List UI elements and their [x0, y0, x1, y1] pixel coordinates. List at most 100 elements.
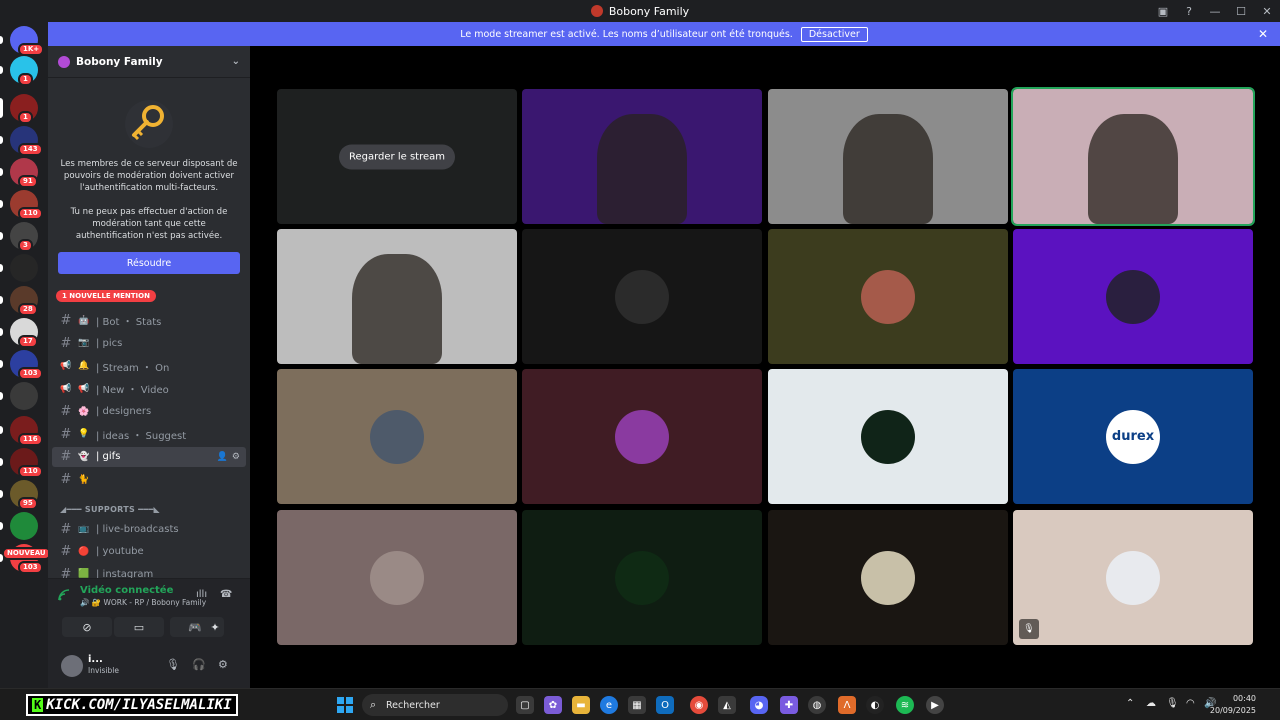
screen-share-button[interactable]: ▭ — [114, 617, 164, 637]
channel-4[interactable]: 📢 📢 | New ・ Video — [52, 379, 246, 399]
channel-emoji: 👻 — [78, 451, 90, 462]
disable-streamer-button[interactable]: Désactiver — [800, 26, 868, 42]
server-list: 1K+ 1 1 143 91 110 3 28 17 103 116 110 95 103 NOUVEAU — [0, 22, 51, 688]
voice-connection-panel: Vidéo connectée 🔊 🔐 WORK - RP / Bobony F… — [48, 578, 250, 648]
outlook-icon[interactable]: O — [656, 696, 674, 714]
new-mention-pill[interactable]: 1 NOUVELLE MENTION — [56, 290, 156, 302]
participant-tile[interactable] — [522, 369, 762, 504]
channel-2[interactable]: # 📷 | pics — [52, 333, 246, 353]
server-icon-8[interactable] — [10, 254, 38, 282]
soundboard-button[interactable]: ✦ — [206, 617, 224, 637]
unread-indicator — [0, 200, 3, 208]
participant-tile[interactable] — [768, 369, 1008, 504]
support-channel-1[interactable]: # 🔴 | youtube — [52, 542, 246, 562]
channel-settings-icon[interactable]: ⚙ — [232, 452, 240, 462]
media-player-icon[interactable]: ▶ — [926, 696, 944, 714]
channel-label: | live-broadcasts — [96, 523, 179, 535]
channel-3[interactable]: 📢 🔔 | Stream ・ On — [52, 356, 246, 376]
avatar — [370, 550, 424, 605]
clock[interactable]: 00:40 20/09/2025 — [1210, 693, 1256, 717]
mfa-text-1: Les membres de ce serveur disposant de p… — [60, 159, 238, 193]
participant-tile[interactable] — [522, 229, 762, 364]
disconnect-icon[interactable]: ☎ — [220, 589, 232, 600]
chevron-up-icon[interactable]: ⌃ — [1126, 698, 1134, 709]
hash-icon: # — [60, 335, 72, 351]
participant-tile[interactable] — [768, 89, 1008, 224]
mic-tray-icon[interactable]: 🎙 — [1166, 698, 1179, 709]
voice-status[interactable]: Vidéo connectée — [80, 585, 173, 596]
participant-tile[interactable]: 🎙 — [1013, 510, 1253, 645]
spotify-icon[interactable]: ≋ — [896, 696, 914, 714]
chrome-icon[interactable]: ◉ — [690, 696, 708, 714]
participant-tile[interactable] — [522, 89, 762, 224]
channel-8[interactable]: # 🐈 — [52, 470, 246, 490]
participant-tile[interactable] — [768, 510, 1008, 645]
resolve-button[interactable]: Résoudre — [58, 252, 240, 274]
wifi-icon[interactable]: ◠ — [1186, 698, 1195, 709]
time: 00:40 — [1232, 694, 1256, 703]
kick-logo-icon: K — [32, 698, 44, 712]
maximize-button[interactable]: ☐ — [1228, 0, 1254, 22]
unread-indicator — [0, 66, 3, 74]
user-name[interactable]: i... — [88, 654, 103, 665]
announcement-icon: 📢 — [60, 361, 72, 372]
microphone-icon[interactable]: 🎙 — [166, 658, 180, 671]
participant-tile[interactable] — [1013, 229, 1253, 364]
channel-7[interactable]: # 👻 | gifs 👤 ⚙ — [52, 446, 246, 467]
app-icon[interactable]: ◭ — [718, 696, 736, 714]
noise-suppression-icon[interactable]: ıllı — [196, 589, 207, 600]
edge-icon[interactable]: e — [600, 696, 618, 714]
signal-icon — [58, 589, 70, 604]
unread-indicator — [0, 360, 3, 368]
channel-5[interactable]: # 🌸 | designers — [52, 402, 246, 422]
support-channel-0[interactable]: # 📺 | live-broadcasts — [52, 519, 246, 539]
start-icon[interactable] — [336, 696, 354, 714]
settings-gear-icon[interactable]: ⚙ — [218, 658, 228, 671]
camera-off-button[interactable]: ⊘ — [62, 617, 112, 637]
watch-stream-button[interactable]: Regarder le stream — [338, 144, 456, 169]
voice-channel[interactable]: 🔊 🔐 WORK - RP / Bobony Family — [80, 598, 206, 607]
file-explorer-icon[interactable]: ▬ — [572, 696, 590, 714]
participant-tile[interactable] — [522, 510, 762, 645]
copilot-icon[interactable]: ✿ — [544, 696, 562, 714]
hash-icon: # — [60, 426, 72, 442]
channel-6[interactable]: # 💡 | ideas ・ Suggest — [52, 424, 246, 444]
obs-icon[interactable]: ◍ — [808, 696, 826, 714]
close-window-button[interactable]: ✕ — [1254, 0, 1280, 22]
server-icon-16[interactable] — [10, 512, 38, 540]
participant-tile[interactable] — [277, 229, 517, 364]
app3-icon[interactable]: ◐ — [866, 696, 884, 714]
game-icon[interactable]: ✚ — [780, 696, 798, 714]
taskbar-search[interactable]: ⌕ Rechercher — [362, 694, 508, 716]
app2-icon[interactable]: Λ — [838, 696, 856, 714]
channel-label: | gifs — [96, 451, 121, 463]
participant-tile[interactable] — [277, 369, 517, 504]
video-grid: Regarder le stream durex 🎙 — [250, 46, 1280, 688]
participant-tile[interactable] — [768, 229, 1008, 364]
store-icon[interactable]: ▦ — [628, 696, 646, 714]
category-supports[interactable]: ◢━━━ SUPPORTS ━━━◣ — [60, 505, 160, 514]
participant-tile[interactable]: durex — [1013, 369, 1253, 504]
participant-tile[interactable] — [1011, 87, 1255, 226]
channel-emoji: 📺 — [78, 524, 90, 534]
server-icon-12[interactable] — [10, 382, 38, 410]
unread-indicator — [0, 554, 3, 562]
cloud-icon[interactable]: ☁ — [1146, 698, 1156, 709]
help-icon[interactable]: ? — [1176, 0, 1202, 22]
server-header[interactable]: Bobony Family ⌄ — [48, 46, 250, 78]
task-view-icon[interactable]: ▢ — [516, 696, 534, 714]
avatar — [615, 409, 669, 464]
invite-icon[interactable]: 👤 — [217, 452, 228, 462]
channel-1[interactable]: # 🤖 | Bot ・ Stats — [52, 311, 246, 331]
avatar[interactable] — [61, 655, 83, 677]
avatar — [1106, 269, 1160, 324]
headphones-icon[interactable]: 🎧 — [192, 658, 206, 671]
participant-tile[interactable] — [277, 510, 517, 645]
channel-emoji: 💡 — [78, 429, 90, 440]
participant-tile[interactable]: Regarder le stream — [277, 89, 517, 224]
unread-badge: 1 — [18, 73, 33, 86]
inbox-icon[interactable]: ▣ — [1150, 0, 1176, 22]
minimize-button[interactable]: — — [1202, 0, 1228, 22]
discord-icon[interactable]: ◕ — [750, 696, 768, 714]
close-icon[interactable]: ✕ — [1258, 27, 1268, 41]
